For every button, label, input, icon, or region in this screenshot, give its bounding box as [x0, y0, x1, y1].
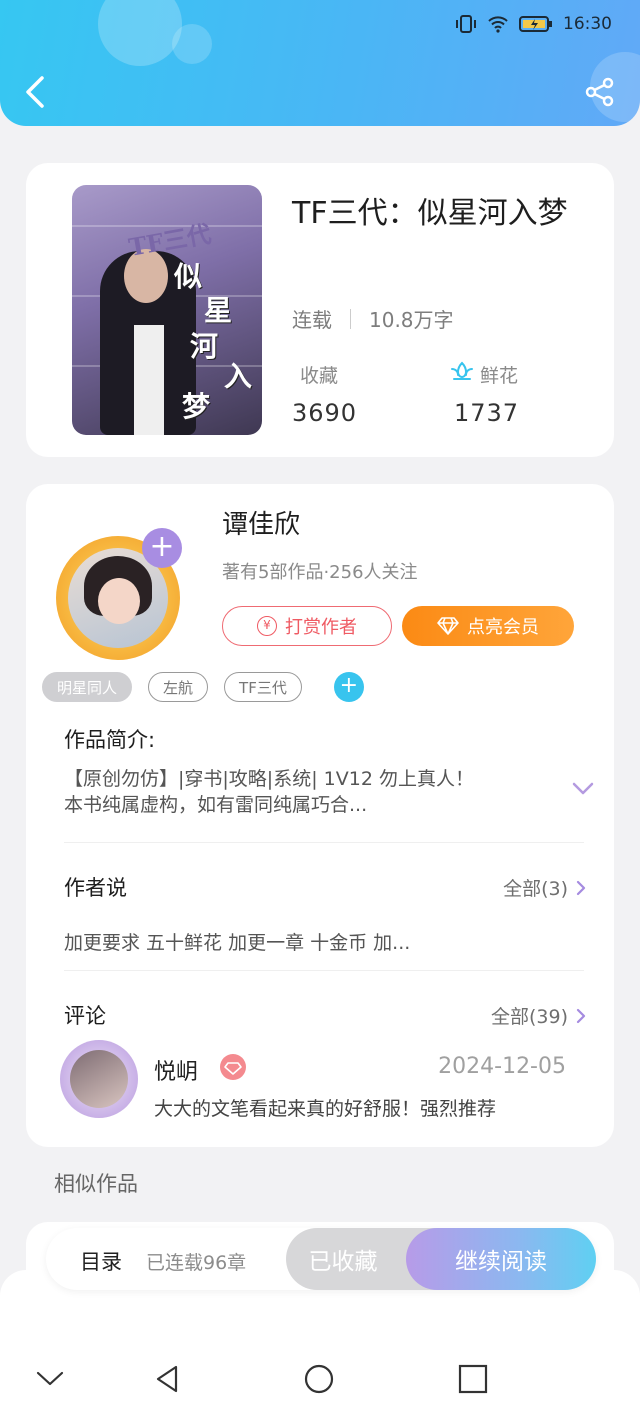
book-cover[interactable]: TF三代 似 星 河 入 梦	[72, 185, 262, 435]
tag-item[interactable]: 明星同人	[42, 672, 133, 702]
vibrate-icon	[456, 15, 476, 33]
catalog-button[interactable]: 目录	[80, 1246, 122, 1276]
cover-char: 河	[190, 330, 219, 363]
cover-char: 入	[224, 360, 253, 393]
divider	[64, 970, 584, 971]
decor-bubble	[98, 0, 182, 66]
author-says-text[interactable]: 加更要求 五十鲜花 加更一章 十金币 加...	[64, 928, 410, 955]
collected-label: 已收藏	[308, 1249, 378, 1275]
book-meta: 连载 10.8万字	[292, 304, 454, 333]
author-says-title: 作者说	[64, 876, 127, 900]
collect-count: 3690	[292, 399, 358, 427]
chevron-right-icon	[576, 1008, 586, 1023]
book-info-card: TF三代 似 星 河 入 梦 TF三代：似星河入梦 连载 10.8万字 收藏 3…	[26, 163, 614, 457]
author-card: + 谭佳欣 著有5部作品·256人关注 ¥ 打赏作者 点亮会员 明星同人 左航 …	[26, 484, 614, 1147]
battery-icon	[519, 16, 552, 32]
action-bar: 目录 已连载96章 已收藏 继续阅读	[46, 1228, 596, 1290]
nav-back-icon[interactable]	[154, 1364, 180, 1394]
continue-reading-label: 继续阅读	[455, 1249, 547, 1275]
author-name: 谭佳欣	[222, 510, 301, 540]
status-time: 16:30	[563, 14, 612, 34]
vip-label: 点亮会员	[467, 617, 539, 638]
wifi-icon	[488, 16, 508, 33]
tip-author-button[interactable]: ¥ 打赏作者	[222, 606, 392, 646]
avatar-photo	[70, 1050, 128, 1108]
cover-shirt	[134, 325, 164, 435]
chevron-right-icon	[576, 880, 586, 895]
comments-title: 评论	[64, 1004, 106, 1028]
book-status: 连载	[292, 308, 332, 332]
vip-button[interactable]: 点亮会员	[402, 606, 574, 646]
commenter-name[interactable]: 悦岄	[154, 1054, 198, 1086]
nav-recents-icon[interactable]	[458, 1364, 488, 1394]
nav-home-icon[interactable]	[304, 1364, 334, 1394]
divider	[350, 308, 351, 329]
divider	[64, 842, 584, 843]
flower-count: 1737	[454, 399, 520, 427]
flower-label: 鲜花	[480, 365, 519, 387]
continue-reading-button[interactable]: 继续阅读	[406, 1228, 596, 1290]
comment-date: 2024-12-05	[438, 1054, 566, 1079]
chevron-down-icon[interactable]	[36, 1370, 64, 1388]
cover-char: 梦	[182, 390, 211, 423]
avatar-face	[98, 578, 140, 624]
collect-label: 收藏	[300, 365, 339, 387]
tag-item[interactable]: 左航	[148, 672, 209, 702]
comments-all-label: 全部(39)	[490, 1006, 568, 1028]
comment-text: 大大的文笔看起来真的好舒服！强烈推荐	[154, 1098, 497, 1120]
tag-item[interactable]: TF三代	[224, 672, 302, 702]
similar-works-title: 相似作品	[54, 1172, 138, 1196]
author-stats: 著有5部作品·256人关注	[222, 562, 418, 583]
tag-list: 明星同人 左航 TF三代 +	[42, 672, 364, 702]
diamond-icon	[437, 617, 459, 635]
intro-title: 作品简介:	[64, 728, 156, 752]
vip-badge-icon	[220, 1054, 246, 1080]
chapter-count: 已连载96章	[146, 1252, 247, 1274]
author-says-all-label: 全部(3)	[503, 878, 568, 900]
header: 16:30	[0, 0, 640, 126]
intro-text[interactable]: 【原创勿仿】|穿书|攻略|系统| 1V12 勿上真人！ 本书纯属虚构，如有雷同纯…	[64, 766, 534, 818]
flower-icon	[451, 361, 473, 380]
share-icon[interactable]	[584, 76, 616, 108]
coin-icon: ¥	[257, 616, 277, 636]
back-icon[interactable]	[22, 74, 52, 110]
author-says-all-link[interactable]: 全部(3)	[503, 874, 586, 901]
decor-bubble	[172, 24, 212, 64]
intro-line: 【原创勿仿】|穿书|攻略|系统| 1V12 勿上真人！	[64, 768, 474, 790]
status-bar: 16:30	[455, 14, 612, 34]
chevron-down-icon[interactable]	[572, 782, 594, 796]
comments-all-link[interactable]: 全部(39)	[491, 1002, 586, 1029]
bottom-sheet	[0, 1270, 640, 1422]
cover-char: 似	[174, 260, 203, 293]
commenter-avatar[interactable]	[60, 1040, 138, 1118]
word-count: 10.8万字	[369, 308, 454, 332]
book-title: TF三代：似星河入梦	[292, 196, 568, 231]
cover-char: 星	[204, 294, 233, 327]
follow-button[interactable]: +	[142, 528, 182, 568]
intro-line: 本书纯属虚构，如有雷同纯属巧合...	[64, 794, 368, 816]
tip-label: 打赏作者	[285, 617, 357, 638]
add-tag-button[interactable]: +	[333, 672, 364, 702]
